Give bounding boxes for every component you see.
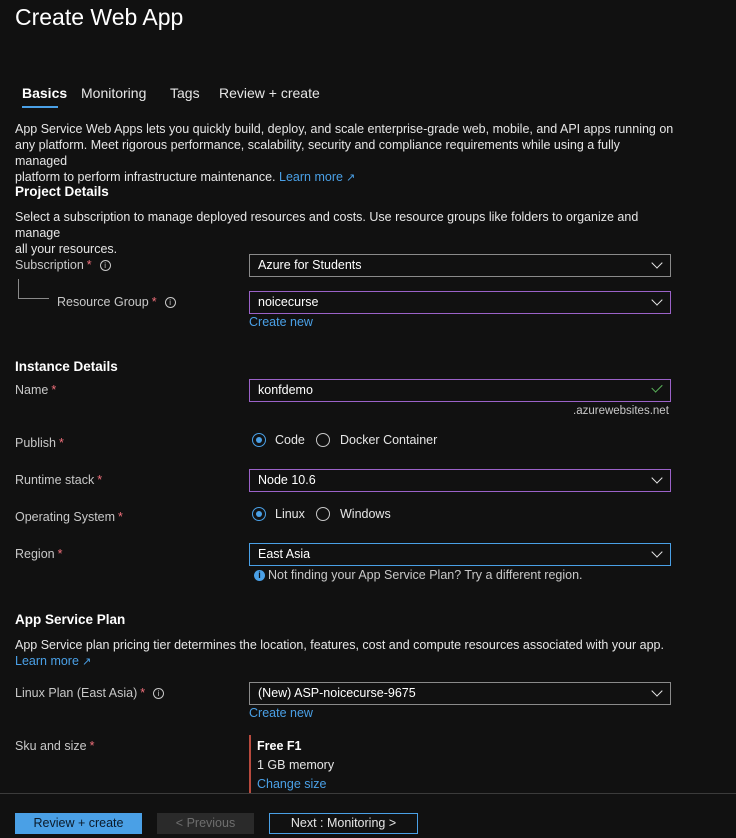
chevron-down-icon [651,546,663,558]
review-create-button[interactable]: Review + create [15,813,142,834]
tab-monitoring[interactable]: Monitoring [81,85,146,101]
publish-label: Publish * [15,436,64,450]
chevron-down-icon [651,257,663,269]
operating-system-label: Operating System * [15,510,123,524]
page-title: Create Web App [15,4,184,30]
plan-learn-more-link[interactable]: Learn more [15,654,79,668]
tree-connector [18,279,19,298]
sku-size-label: Sku and size * [15,739,95,753]
app-service-plan-description: App Service plan pricing tier determines… [15,638,664,668]
intro-line-3: platform to perform infrastructure maint… [15,170,356,184]
chevron-down-icon [651,294,663,306]
name-label: Name * [15,383,57,397]
os-linux-label[interactable]: Linux [275,507,305,521]
intro-line-2: any platform. Meet rigorous performance,… [15,138,620,168]
publish-code-radio[interactable] [252,433,266,447]
checkmark-icon [651,381,663,393]
tab-review-create[interactable]: Review + create [219,85,320,101]
previous-button[interactable]: < Previous [157,813,254,834]
publish-docker-radio[interactable] [316,433,330,447]
sku-indicator [249,735,251,793]
info-icon[interactable]: i [164,297,176,308]
linux-plan-label: Linux Plan (East Asia) * i [15,686,165,700]
tree-connector [18,298,49,299]
os-windows-radio[interactable] [316,507,330,521]
linux-plan-dropdown[interactable]: (New) ASP-noicecurse-9675 [249,682,671,705]
instance-details-heading: Instance Details [15,359,118,374]
chevron-down-icon [651,685,663,697]
change-size-link[interactable]: Change size [257,777,327,791]
region-label: Region * [15,547,63,561]
runtime-stack-dropdown[interactable]: Node 10.6 [249,469,671,492]
os-linux-radio[interactable] [252,507,266,521]
resource-group-label: Resource Group * i [57,295,176,309]
publish-docker-label[interactable]: Docker Container [340,433,437,447]
os-windows-label[interactable]: Windows [340,507,391,521]
subscription-dropdown[interactable]: Azure for Students [249,254,671,277]
info-icon: i [254,570,265,581]
active-tab-indicator [22,106,58,108]
next-monitoring-button[interactable]: Next : Monitoring > [269,813,418,834]
chevron-down-icon [651,472,663,484]
learn-more-link[interactable]: Learn more [279,170,343,184]
name-suffix: .azurewebsites.net [573,405,669,417]
sku-name: Free F1 [257,739,302,753]
resource-group-dropdown[interactable]: noicecurse [249,291,671,314]
intro-line-1: App Service Web Apps lets you quickly bu… [15,122,674,136]
subscription-label: Subscription * i [15,258,111,272]
create-new-plan-link[interactable]: Create new [249,706,313,720]
external-link-icon: ↗ [345,172,356,184]
sku-memory: 1 GB memory [257,758,335,772]
region-hint: Not finding your App Service Plan? Try a… [268,568,583,582]
publish-code-label[interactable]: Code [275,433,305,447]
project-details-description: Select a subscription to manage deployed… [15,210,639,256]
create-new-resource-group-link[interactable]: Create new [249,315,313,329]
app-service-plan-heading: App Service Plan [15,612,126,627]
info-icon[interactable]: i [153,688,165,699]
region-dropdown[interactable]: East Asia [249,543,671,566]
runtime-stack-label: Runtime stack * [15,473,103,487]
project-details-heading: Project Details [15,184,109,199]
external-link-icon: ↗ [81,656,92,668]
tab-tags[interactable]: Tags [170,85,200,101]
footer-divider [0,793,736,794]
tab-basics[interactable]: Basics [22,85,67,101]
intro-text: App Service Web Apps lets you quickly bu… [15,121,675,186]
name-input[interactable]: konfdemo [249,379,671,402]
info-icon[interactable]: i [99,260,111,271]
